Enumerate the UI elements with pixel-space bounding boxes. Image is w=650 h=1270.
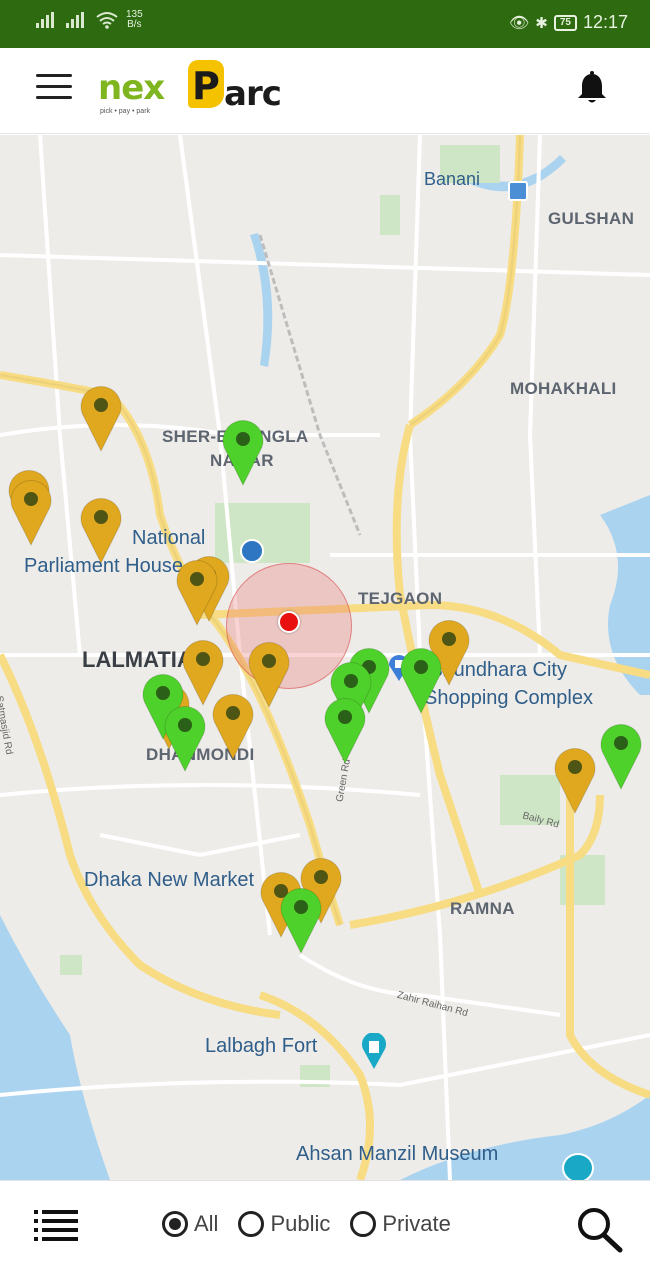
- radio-unselected-icon: [350, 1211, 377, 1237]
- network-speed: 135 B/s: [126, 10, 143, 30]
- map-label-banani: Banani: [424, 169, 481, 189]
- map-view[interactable]: Banani GULSHAN MOHAKHALI SHER-E-BANGLA N…: [0, 135, 650, 1180]
- map-label-mohakhali: MOHAKHALI: [510, 379, 617, 398]
- public-parking-pin[interactable]: [552, 745, 598, 815]
- bottom-bar: All Public Private: [0, 1180, 650, 1270]
- private-parking-pin[interactable]: [162, 703, 208, 773]
- logo-tagline: pick • pay • park: [100, 108, 151, 115]
- status-bar: 135 B/s 👁 ✱ 75 12:17: [0, 0, 650, 48]
- bell-icon[interactable]: [574, 70, 610, 106]
- hamburger-icon[interactable]: [36, 70, 74, 104]
- map-label-bashundhara-line2: Shopping Complex: [424, 687, 593, 709]
- museum-icon: [240, 539, 264, 563]
- map-label-new-market: Dhaka New Market: [84, 869, 255, 891]
- public-parking-pin[interactable]: [210, 691, 256, 761]
- radio-unselected-icon: [238, 1211, 265, 1237]
- map-label-ramna: RAMNA: [450, 899, 515, 918]
- list-icon[interactable]: [34, 1209, 78, 1243]
- search-icon[interactable]: [574, 1205, 624, 1253]
- map-label-lalmatia: LALMATIA: [82, 647, 193, 672]
- map-label-national: National: [132, 527, 206, 549]
- filter-all-radio[interactable]: All: [162, 1211, 218, 1237]
- public-parking-pin[interactable]: [78, 495, 124, 565]
- public-parking-pin[interactable]: [174, 557, 220, 627]
- private-parking-pin[interactable]: [322, 695, 368, 765]
- lalbagh-fort-icon: [360, 1032, 388, 1069]
- clock: 12:17: [582, 12, 628, 32]
- filter-private-radio[interactable]: Private: [350, 1211, 451, 1237]
- filter-private-label: Private: [382, 1211, 451, 1236]
- map-label-gulshan: GULSHAN: [548, 209, 635, 228]
- eye-icon: 👁: [508, 14, 530, 32]
- private-parking-pin[interactable]: [598, 721, 644, 791]
- map-label-tejgaon: TEJGAON: [358, 589, 443, 608]
- nexparc-logo: nex P arc pick • pay • park: [98, 58, 288, 122]
- current-location-dot: [278, 611, 300, 633]
- wifi-icon: [96, 12, 118, 29]
- network-speed-unit: B/s: [127, 19, 142, 30]
- map-label-ahsan-manzil: Ahsan Manzil Museum: [296, 1143, 499, 1165]
- battery-icon: 75: [553, 14, 577, 31]
- logo-p: P: [192, 64, 220, 108]
- public-parking-pin[interactable]: [78, 383, 124, 453]
- metro-station-icon: [508, 181, 528, 201]
- map-label-lalbagh: Lalbagh Fort: [205, 1035, 318, 1057]
- filter-public-radio[interactable]: Public: [238, 1211, 330, 1237]
- ahsan-manzil-icon: [562, 1153, 594, 1180]
- filter-all-label: All: [194, 1211, 219, 1236]
- filter-public-label: Public: [270, 1211, 331, 1236]
- public-parking-pin[interactable]: [8, 477, 54, 547]
- signal-icon: [66, 12, 88, 28]
- private-parking-pin[interactable]: [220, 417, 266, 487]
- logo-nex: nex: [98, 68, 165, 108]
- logo-arc: arc: [224, 74, 282, 114]
- logo-p-box: P: [188, 60, 224, 108]
- radio-selected-icon: [162, 1211, 188, 1237]
- bluetooth-icon: ✱: [535, 14, 548, 32]
- parking-type-filter: All Public Private: [162, 1211, 451, 1237]
- signal-icon: [36, 12, 58, 28]
- private-parking-pin[interactable]: [278, 885, 324, 955]
- app-bar: nex P arc pick • pay • park: [0, 48, 650, 134]
- private-parking-pin[interactable]: [398, 645, 444, 715]
